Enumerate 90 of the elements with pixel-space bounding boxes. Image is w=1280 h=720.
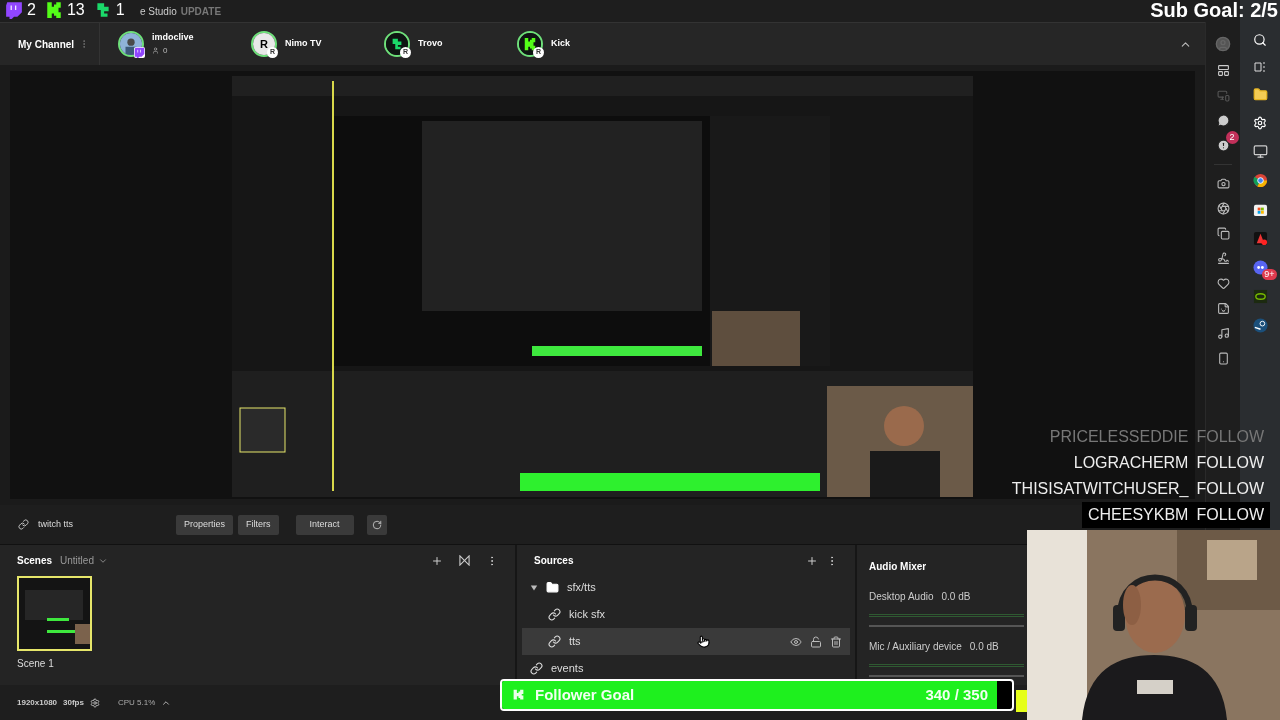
goal-marker [1016, 690, 1027, 712]
refresh-icon[interactable] [371, 519, 382, 530]
channel-item[interactable]: imdoclive 0 [100, 31, 233, 57]
transition-icon[interactable] [459, 555, 470, 566]
resolution-label: 1920x1080 [17, 696, 58, 709]
aperture-icon[interactable] [1216, 202, 1230, 215]
trovo-logo-icon [390, 37, 404, 51]
settings-icon[interactable] [89, 697, 100, 708]
folder-icon [546, 581, 559, 594]
signature-icon[interactable] [1216, 252, 1230, 265]
notification-badge: 2 [1225, 131, 1239, 144]
add-icon[interactable] [431, 554, 443, 567]
twitch-badge-icon [134, 47, 145, 58]
scene-collection-dropdown[interactable]: Untitled [60, 553, 108, 568]
follow-label: FOLLOW [1196, 479, 1264, 499]
audio-channel-name: Mic / Auxiliary device [869, 640, 962, 654]
volume-reading: 0.0 dB [969, 640, 999, 654]
notification-badge: 9+ [1262, 269, 1277, 280]
follower-name: CHEESYKBM [1087, 505, 1189, 525]
steam-icon[interactable] [1252, 318, 1268, 333]
phone-icon[interactable] [1216, 352, 1230, 365]
toolbar-button[interactable]: Filters [238, 514, 279, 535]
music-icon[interactable] [1216, 327, 1230, 340]
search-icon[interactable] [1253, 33, 1267, 47]
heart-icon[interactable] [1216, 277, 1230, 290]
source-item[interactable]: events [522, 655, 850, 682]
link-icon [530, 662, 543, 675]
source-item[interactable]: kick sfx [522, 601, 850, 628]
lock-icon[interactable] [810, 635, 822, 648]
scene-name: Scene 1 [17, 657, 55, 671]
cpu-usage: CPU 5.1% [117, 696, 156, 709]
audio-channel-name: Desktop Audio [869, 590, 934, 604]
stream-counter: 1 [115, 0, 125, 20]
app-title: e Studio [140, 4, 177, 19]
link-icon [18, 519, 29, 530]
add-icon[interactable] [806, 554, 818, 567]
source-item[interactable]: tts [522, 628, 850, 655]
camera-icon[interactable] [1216, 177, 1230, 190]
panel-title: Sources [534, 554, 575, 568]
task-view-icon[interactable] [1254, 61, 1266, 73]
kick-logo-icon [44, 1, 63, 19]
goal-count: 340 / 350 [925, 684, 988, 705]
my-channel-label: My Channel [18, 37, 75, 52]
stream-counter: 2 [27, 0, 36, 20]
toolbar-button[interactable]: Properties [176, 514, 234, 535]
sticker-icon[interactable] [1216, 302, 1230, 315]
goal-title: Follower Goal [535, 684, 636, 705]
twitch-logo-icon [5, 1, 23, 19]
follow-label: FOLLOW [1196, 427, 1264, 447]
profile-icon[interactable] [1215, 36, 1231, 52]
viewer-count: 0 [152, 44, 194, 57]
browser-icon[interactable] [1252, 173, 1268, 188]
store-icon[interactable] [1252, 202, 1268, 217]
copy-icon[interactable] [1216, 227, 1230, 240]
visibility-icon[interactable] [790, 635, 802, 648]
kick-logo-icon [512, 688, 525, 702]
alert-icon[interactable] [1216, 139, 1230, 152]
link-icon [548, 608, 561, 621]
chat-icon[interactable] [1216, 114, 1230, 127]
scene-thumbnail[interactable] [17, 576, 92, 651]
channel-name: Trovo [418, 37, 443, 51]
panel-title: Scenes [17, 554, 53, 568]
kick-logo-icon [523, 37, 537, 51]
panel-title: Audio Mixer [869, 561, 927, 572]
source-item[interactable]: sfx/tts [522, 574, 850, 601]
folder-icon[interactable] [1252, 87, 1268, 102]
follower-name: THISISATWITCHUSER_ [1011, 479, 1189, 499]
sub-goal-label: Sub Goal: 2/5 [1150, 0, 1278, 22]
expand-triangle-icon[interactable] [530, 583, 538, 592]
hand-cursor-icon [697, 634, 710, 649]
fps-label: 30fps [63, 696, 84, 709]
toolbar-button[interactable]: Interact [295, 514, 354, 535]
follow-label: FOLLOW [1196, 505, 1264, 525]
update-link[interactable]: UPDATE [180, 3, 222, 19]
eye-logo-icon[interactable] [1252, 289, 1268, 304]
monitor-icon[interactable] [1252, 144, 1268, 159]
follower-name: PRICELESSEDDIE [1049, 427, 1189, 447]
stream-counter: 13 [66, 0, 85, 20]
follow-label: FOLLOW [1196, 453, 1264, 473]
volume-reading: 0.0 dB [941, 590, 971, 604]
layout-icon[interactable] [1216, 64, 1230, 77]
channel-name: Kick [551, 37, 570, 51]
channel-name: imdoclive [152, 31, 194, 45]
app-icon[interactable] [1252, 231, 1268, 246]
follower-name: LOGRACHERM [1073, 453, 1189, 473]
link-icon [548, 635, 561, 648]
channel-name: Nimo TV [285, 37, 322, 51]
refresh-button[interactable] [366, 514, 387, 535]
source-name: twitch tts [38, 517, 74, 531]
delete-icon[interactable] [830, 635, 842, 648]
